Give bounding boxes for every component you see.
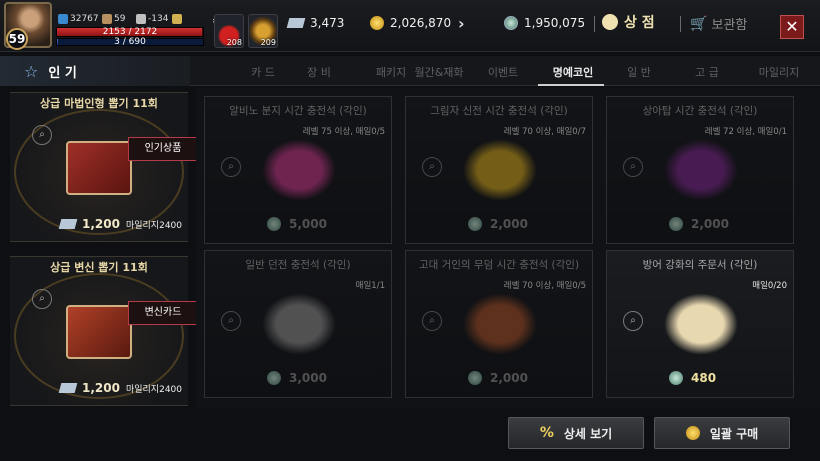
gold-coin-icon xyxy=(370,16,384,30)
honor-coin-icon xyxy=(504,16,518,30)
tab-5[interactable]: 명예코인 xyxy=(538,64,608,80)
shop-button[interactable]: 상 점 xyxy=(602,12,655,32)
tab-favorites[interactable]: ☆ 인 기 xyxy=(0,56,190,86)
gold-coin-icon xyxy=(685,426,700,440)
item-condition: 매일0/20 xyxy=(752,281,787,291)
magnify-icon[interactable]: ⌕ xyxy=(623,311,643,331)
mp-bar: 3 / 690 xyxy=(56,37,204,47)
shop-item-card[interactable]: 일반 던전 충전석 (각인) 매일1/1 ⌕ 3,000 xyxy=(204,250,392,398)
tab-6[interactable]: 일 반 xyxy=(604,64,674,80)
detail-view-button[interactable]: % 상세 보기 xyxy=(508,417,644,449)
shop-item-card[interactable]: 고대 거인의 무덤 시간 충전석 (각인) 레벨 70 이상, 매일0/5 ⌕ 2,0… xyxy=(405,250,593,398)
transform-box-icon xyxy=(66,305,132,359)
percent-icon: % xyxy=(539,425,554,441)
sold-out-overlay xyxy=(406,97,592,243)
tab-4[interactable]: 이벤트 xyxy=(468,64,538,80)
power-icon xyxy=(58,14,68,24)
hp-text: 2153 / 2172 xyxy=(102,27,158,37)
cart-icon: 🛒 xyxy=(690,15,708,32)
popular-badge: 인기상품 xyxy=(128,137,198,161)
item-icon xyxy=(659,289,743,359)
shop-item-card[interactable]: 상아탑 시간 충전석 (각인) 레벨 72 이상, 매일0/1 ⌕ 2,000 xyxy=(606,96,794,244)
item-price: 480 xyxy=(669,371,716,385)
item-name: 방어 강화의 주문서 (각인) xyxy=(642,259,758,271)
sold-out-overlay xyxy=(406,251,592,397)
power-stat: 32767 xyxy=(58,14,99,24)
bulk-buy-button[interactable]: 일괄 구매 xyxy=(654,417,790,449)
honor-coin-icon xyxy=(669,371,683,385)
sold-out-overlay xyxy=(205,97,391,243)
shop-item-card[interactable]: 방어 강화의 주문서 (각인) 매일0/20 ⌕ 480 xyxy=(606,250,794,398)
featured-card-transform[interactable]: 상급 변신 뽑기 11회 ⌕ 변신카드 1,200 마일리지2400 xyxy=(10,256,198,406)
category-tabs: ☆ 인 기 카 드장 비 패키지 월간&재화 이벤트 명예코인 일 반고 급 마일리지 xyxy=(0,56,820,86)
active-tab-underline xyxy=(538,84,604,86)
alignment-icon xyxy=(136,14,146,24)
stat-b: -134 xyxy=(136,14,168,24)
money-bag-icon xyxy=(602,14,618,30)
ticket-icon xyxy=(58,219,78,229)
gold-currency: 2,026,870 xyxy=(370,16,451,30)
shop-item-card[interactable]: 알비노 분지 시간 충전석 (각인) 레벨 75 이상, 매일0/5 ⌕ 5,000 xyxy=(204,96,392,244)
trophy-stat[interactable] xyxy=(172,14,182,24)
storage-button[interactable]: 🛒 보관함 xyxy=(690,14,747,34)
chevron-right-icon[interactable]: › xyxy=(458,14,465,33)
shop-item-card[interactable]: 그림자 신전 시간 충전석 (각인) 레벨 70 이상, 매일0/7 ⌕ 2,000 xyxy=(405,96,593,244)
ticket-icon xyxy=(286,18,306,28)
stat-a: 59 xyxy=(102,14,125,24)
magnify-icon[interactable]: ⌕ xyxy=(32,289,52,309)
scroll-slot[interactable]: 209 xyxy=(248,14,278,48)
tab-7[interactable]: 고 급 xyxy=(672,64,742,80)
transform-card-badge: 변신카드 xyxy=(128,301,198,325)
divider xyxy=(594,16,595,32)
featured-price: 1,200 마일리지2400 xyxy=(58,217,182,231)
tab-8[interactable]: 마일리지 xyxy=(744,64,814,80)
ticket-icon xyxy=(58,383,78,393)
divider xyxy=(680,16,681,32)
hp-bar: 2153 / 2172 xyxy=(56,27,204,37)
tab-1[interactable]: 장 비 xyxy=(284,64,354,80)
mileage-currency: 3,473 xyxy=(286,16,344,30)
featured-card-doll[interactable]: 상급 마법인형 뽑기 11회 ⌕ 인기상품 1,200 마일리지2400 xyxy=(10,92,198,242)
star-icon: ☆ xyxy=(24,61,39,81)
potion-slot[interactable]: 208 xyxy=(214,14,244,48)
magnify-icon[interactable]: ⌕ xyxy=(32,125,52,145)
featured-price: 1,200 마일리지2400 xyxy=(58,381,182,395)
doll-box-icon xyxy=(66,141,132,195)
sword-icon xyxy=(102,14,112,24)
level-badge: 59 xyxy=(6,28,28,50)
sold-out-overlay xyxy=(205,251,391,397)
trophy-icon xyxy=(172,14,182,24)
top-bar: 59 32767 59 -134 2153 / 2172 3 / 690 ⚙ 2… xyxy=(0,0,820,52)
close-button[interactable]: ✕ xyxy=(780,15,804,39)
honor-coin-currency: 1,950,075 xyxy=(504,16,585,30)
mp-text: 3 / 690 xyxy=(114,37,146,47)
sold-out-overlay xyxy=(607,97,793,243)
tab-3[interactable]: 월간&재화 xyxy=(404,64,474,80)
